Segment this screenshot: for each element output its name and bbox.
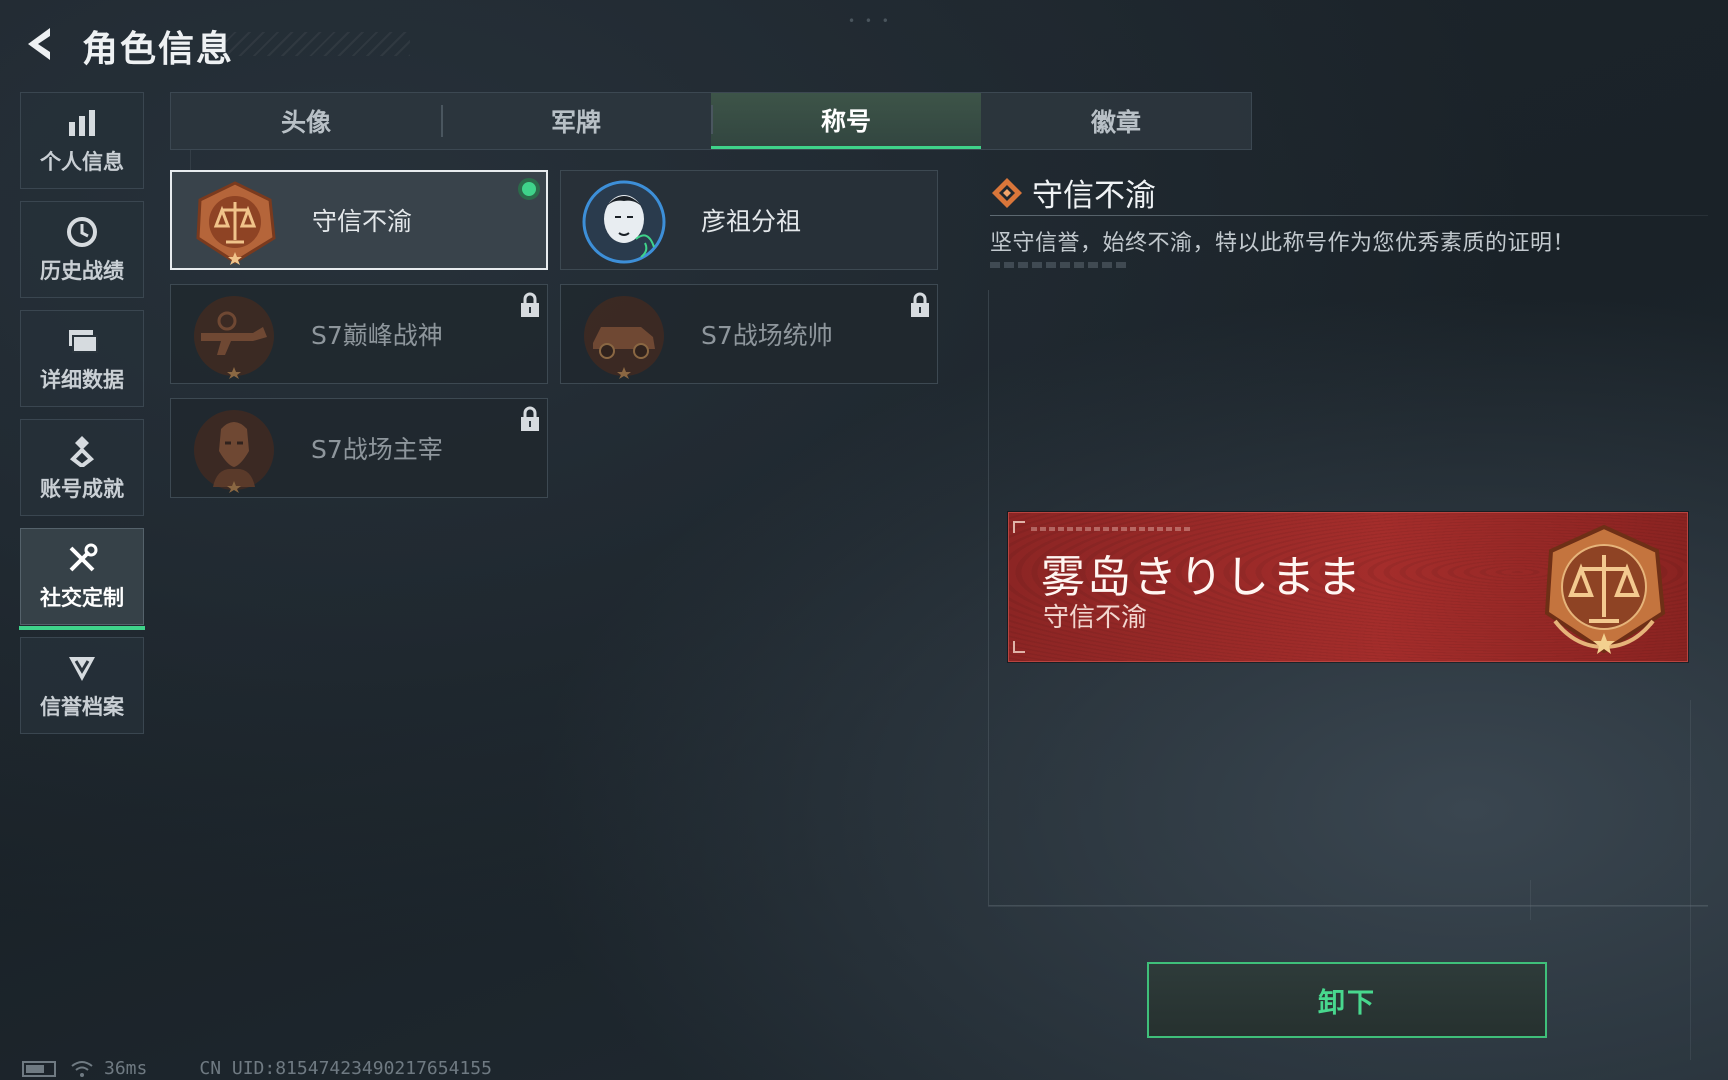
diamond-icon [992, 177, 1022, 208]
bar-chart-icon [69, 109, 95, 136]
divider [990, 215, 1708, 216]
banner-decoration [1031, 527, 1191, 531]
tab-badge[interactable]: 徽章 [981, 93, 1251, 149]
sidebar-item-social-custom[interactable]: 社交定制 [19, 528, 145, 630]
banner-title: 守信不渝 [1043, 603, 1148, 633]
equipped-indicator [518, 178, 540, 200]
tab-avatar[interactable]: 头像 [171, 93, 441, 149]
sidebar-item-credit-record[interactable]: 信誉档案 [20, 637, 144, 734]
sidebar-item-label: 信誉档案 [40, 694, 124, 719]
nameplate-preview: 雾岛きりしまま 守信不渝 [1008, 512, 1688, 662]
title-name: S7战场统帅 [701, 321, 833, 350]
scales-emblem-icon [196, 181, 276, 265]
status-bar: 36ms CN UID:815474234902176541​55 [22, 1058, 492, 1079]
sidebar-item-match-history[interactable]: 历史战绩 [20, 201, 144, 298]
top-decoration: • • • [848, 14, 892, 28]
wifi-icon [71, 1060, 93, 1077]
sidebar-item-label: 个人信息 [40, 149, 124, 174]
description-decoration [990, 262, 1126, 268]
folder-icon [69, 329, 98, 353]
title-card-s7-dominator[interactable]: S7战场主宰 [170, 398, 548, 498]
banner-corner [1013, 521, 1025, 533]
title-detail-header: 守信不渝 [990, 170, 1156, 215]
vehicle-emblem-icon [584, 296, 664, 379]
detail-title: 守信不渝 [1032, 178, 1156, 214]
sidebar-item-label: 详细数据 [40, 367, 124, 392]
unequip-button[interactable]: 卸下 [1147, 962, 1547, 1038]
title-card-s7-commander[interactable]: S7战场统帅 [560, 284, 938, 384]
title-name: 守信不渝 [312, 207, 413, 236]
scales-emblem-icon [1544, 524, 1666, 654]
title-card-shouxinbuyu[interactable]: 守信不渝 [170, 170, 548, 270]
player-name: 雾岛きりしまま [1041, 552, 1363, 603]
portrait-emblem-icon [582, 180, 666, 264]
sidebar-item-label: 账号成就 [40, 476, 124, 501]
back-arrow-icon[interactable] [18, 22, 62, 66]
lock-icon [521, 406, 539, 431]
title-name: 彦祖分祖 [701, 207, 802, 236]
unequip-label: 卸下 [1318, 987, 1376, 1019]
battery-icon [22, 1060, 56, 1077]
sidebar-item-personal-info[interactable]: 个人信息 [20, 92, 144, 189]
page-title: 角色信息 [82, 29, 235, 70]
weapon-emblem-icon [194, 296, 274, 379]
title-name: S7巅峰战神 [311, 321, 443, 350]
ping-value: 36ms [104, 1058, 148, 1079]
category-tabs: 头像 军牌 称号 徽章 [170, 92, 1252, 150]
tools-icon [69, 543, 98, 571]
tab-title[interactable]: 称号 [711, 93, 981, 149]
sidebar-item-label: 历史战绩 [40, 258, 124, 283]
title-decoration [220, 32, 410, 56]
title-card-yanzu[interactable]: 彦祖分祖 [560, 170, 938, 270]
sidebar-item-detailed-data[interactable]: 详细数据 [20, 310, 144, 407]
side-navigation: 个人信息 历史战绩 详细数据 账号成就 社交定制 信誉档案 [19, 92, 145, 746]
lock-icon [911, 292, 929, 317]
title-name: S7战场主宰 [311, 435, 443, 464]
lock-icon [521, 292, 539, 317]
soldier-emblem-icon [194, 410, 274, 493]
sidebar-item-achievements[interactable]: 账号成就 [20, 419, 144, 516]
user-uid: CN UID:815474234902176541​55 [199, 1058, 492, 1079]
title-card-s7-peak-warrior[interactable]: S7巅峰战神 [170, 284, 548, 384]
shield-chevron-icon [69, 656, 95, 681]
sidebar-item-label: 社交定制 [40, 585, 124, 610]
banner-corner [1013, 641, 1025, 653]
detail-description: 坚守信誉，始终不渝，特以此称号作为您优秀素质的证明！ [990, 231, 1576, 256]
history-clock-icon [67, 216, 97, 247]
medal-icon [69, 435, 95, 467]
tab-dog-tag[interactable]: 军牌 [441, 93, 711, 149]
